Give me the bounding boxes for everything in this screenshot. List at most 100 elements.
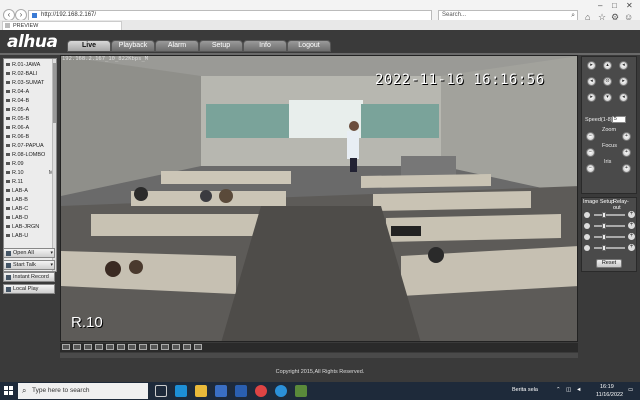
volume-icon[interactable]: ◄: [576, 387, 581, 393]
channel-item[interactable]: LAB-B: [4, 196, 54, 205]
brightness-plus-icon[interactable]: +: [628, 211, 635, 218]
iris-close-icon[interactable]: −: [586, 164, 595, 173]
search-icon[interactable]: ⌕: [571, 11, 575, 20]
tray-chevron-icon[interactable]: ⌃: [556, 387, 561, 393]
zoom-in-icon[interactable]: +: [622, 132, 631, 141]
clock-time[interactable]: 16:19: [600, 384, 614, 390]
slider-knob[interactable]: [602, 223, 607, 229]
ptz-up-right-icon[interactable]: ◂: [619, 61, 628, 70]
channel-item[interactable]: LAB-C: [4, 205, 54, 214]
layout-36-icon[interactable]: [161, 344, 169, 350]
ptz-down-right-icon[interactable]: ◂: [619, 93, 628, 102]
fullscreen-icon[interactable]: [172, 344, 180, 350]
focus-far-icon[interactable]: +: [622, 148, 631, 157]
app-icon[interactable]: [295, 385, 307, 397]
browser-tab[interactable]: PREVIEW: [2, 21, 122, 30]
layout-8-icon[interactable]: [95, 344, 103, 350]
channel-item[interactable]: R.03-SUMAT: [4, 79, 54, 88]
chrome-icon[interactable]: [255, 385, 267, 397]
reset-button[interactable]: Reset: [596, 259, 622, 268]
contrast-slider[interactable]: [594, 223, 625, 229]
menu-alarm[interactable]: Alarm: [155, 40, 199, 52]
menu-setup[interactable]: Setup: [199, 40, 243, 52]
hue-slider[interactable]: [594, 245, 625, 251]
internet-explorer-icon[interactable]: [275, 385, 287, 397]
clock-date[interactable]: 11/16/2022: [596, 392, 623, 398]
speed-select[interactable]: 5: [612, 116, 626, 123]
channel-item[interactable]: R.05-A: [4, 106, 54, 115]
brightness-slider[interactable]: [594, 212, 625, 218]
minimize-icon[interactable]: –: [598, 1, 602, 10]
channel-item[interactable]: R.06-A: [4, 124, 54, 133]
snapshot-icon[interactable]: [183, 344, 191, 350]
channel-item[interactable]: R.06-B: [4, 133, 54, 142]
channel-item[interactable]: R.09: [4, 160, 54, 169]
layout-20-icon[interactable]: [139, 344, 147, 350]
menu-logout[interactable]: Logout: [287, 40, 331, 52]
menu-playback[interactable]: Playback: [111, 40, 155, 52]
chevron-down-icon[interactable]: ▾: [50, 249, 53, 257]
start-windows-icon[interactable]: [4, 386, 14, 396]
hue-plus-icon[interactable]: +: [628, 244, 635, 251]
notifications-icon[interactable]: ▭: [628, 387, 633, 393]
iris-open-icon[interactable]: +: [622, 164, 631, 173]
channel-item[interactable]: R.04-A: [4, 88, 54, 97]
ptz-up-icon[interactable]: ▴: [603, 61, 612, 70]
channel-item[interactable]: LAB-U: [4, 232, 54, 241]
menu-info[interactable]: Info: [243, 40, 287, 52]
ptz-right-icon[interactable]: ▸: [619, 77, 628, 86]
instant-record-button[interactable]: Instant Record: [3, 272, 55, 282]
channel-item[interactable]: LAB-JRGN: [4, 223, 54, 232]
saturation-plus-icon[interactable]: +: [628, 233, 635, 240]
saturation-slider[interactable]: [594, 234, 625, 240]
slider-knob[interactable]: [602, 245, 607, 251]
layout-25-icon[interactable]: [150, 344, 158, 350]
scrollbar-thumb[interactable]: [53, 63, 56, 123]
channel-item[interactable]: R.05-B: [4, 115, 54, 124]
ptz-up-left-icon[interactable]: ▸: [587, 61, 596, 70]
channel-item[interactable]: R.02-BALI: [4, 70, 54, 79]
local-play-button[interactable]: Local Play: [3, 284, 55, 294]
contrast-plus-icon[interactable]: +: [628, 222, 635, 229]
task-view-icon[interactable]: [155, 385, 167, 397]
news-widget[interactable]: Berita sela: [512, 387, 538, 393]
channel-item[interactable]: R.07-PAPUA: [4, 142, 54, 151]
ptz-center-icon[interactable]: ⊙: [603, 77, 612, 86]
maximize-icon[interactable]: □: [612, 1, 617, 10]
tab-image-setup[interactable]: Image Setup: [583, 199, 614, 205]
layout-13-icon[interactable]: [117, 344, 125, 350]
channel-item[interactable]: LAB-A: [4, 187, 54, 196]
slider-knob[interactable]: [602, 212, 607, 218]
video-horizontal-scrollbar[interactable]: [60, 353, 578, 358]
layout-4-icon[interactable]: [73, 344, 81, 350]
edge-icon[interactable]: [175, 385, 187, 397]
ptz-left-icon[interactable]: ◂: [587, 77, 596, 86]
tab-relay-out[interactable]: Relay-out: [613, 199, 636, 211]
channel-item[interactable]: LAB-D: [4, 214, 54, 223]
taskbar-search-input[interactable]: ⌕ Type here to search: [18, 383, 148, 399]
aspect-ratio-icon[interactable]: [194, 344, 202, 350]
start-talk-button[interactable]: Start Talk ▾: [3, 260, 55, 270]
network-icon[interactable]: ◫: [566, 387, 571, 393]
mail-icon[interactable]: [235, 385, 247, 397]
zoom-out-icon[interactable]: −: [586, 132, 595, 141]
channel-item[interactable]: R.08-LOMBO: [4, 151, 54, 160]
channel-item[interactable]: R.10 M: [4, 169, 54, 178]
channel-item[interactable]: R.11: [4, 178, 54, 187]
channel-list-scrollbar[interactable]: [52, 59, 56, 271]
layout-9-icon[interactable]: [106, 344, 114, 350]
channel-item[interactable]: R.01-JAWA: [4, 61, 54, 70]
ptz-down-icon[interactable]: ▾: [603, 93, 612, 102]
store-icon[interactable]: [215, 385, 227, 397]
chevron-down-icon[interactable]: ▾: [50, 261, 53, 269]
file-explorer-icon[interactable]: [195, 385, 207, 397]
live-video-view[interactable]: 192.168.2.167_10_822Kbps_M 2022-11-16 16…: [60, 55, 578, 342]
menu-live[interactable]: Live: [67, 40, 111, 52]
ptz-down-left-icon[interactable]: ▸: [587, 93, 596, 102]
open-all-button[interactable]: Open All ▾: [3, 248, 55, 258]
layout-6-icon[interactable]: [84, 344, 92, 350]
close-icon[interactable]: ✕: [626, 1, 633, 10]
layout-16-icon[interactable]: [128, 344, 136, 350]
focus-near-icon[interactable]: −: [586, 148, 595, 157]
layout-1-icon[interactable]: [62, 344, 70, 350]
